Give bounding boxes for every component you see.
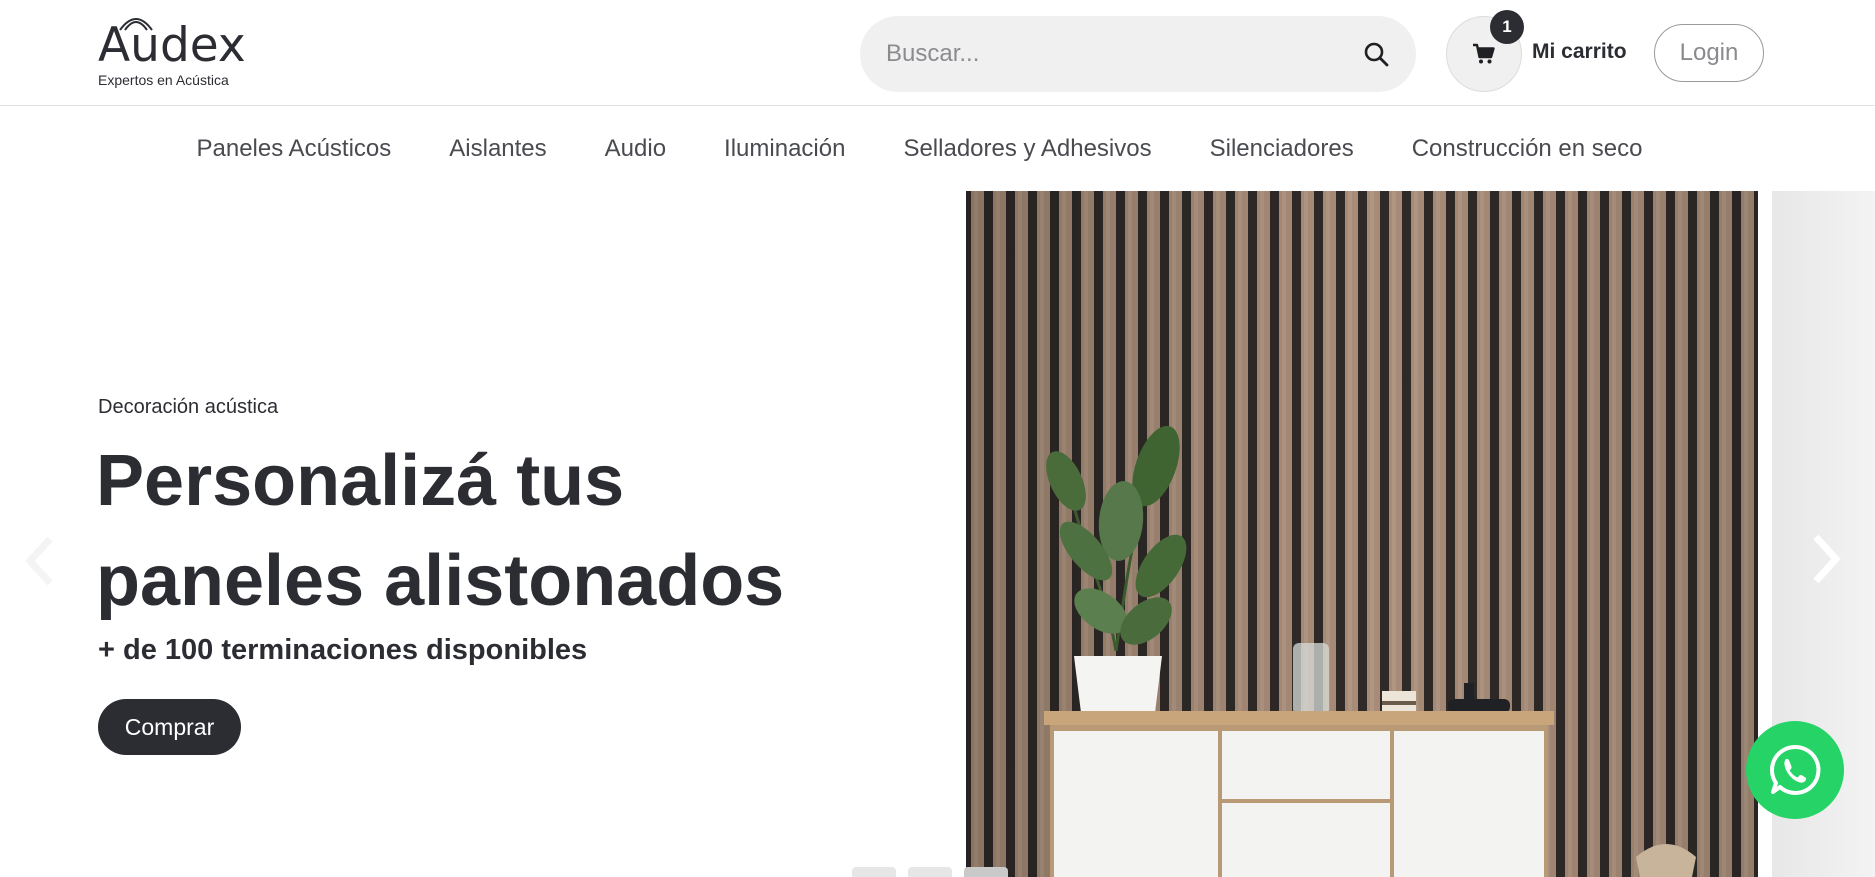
hero-carousel: Decoración acústica Personalizá tus pane… xyxy=(0,191,1875,877)
search-icon[interactable] xyxy=(1360,38,1392,70)
whatsapp-button[interactable] xyxy=(1746,721,1844,819)
chevron-left-icon[interactable] xyxy=(20,531,60,591)
site-header: Audex Expertos en Acústica 1 Mi carrito … xyxy=(0,0,1875,106)
hero-slide-image xyxy=(966,191,1758,877)
nav-item-paneles-acusticos[interactable]: Paneles Acústicos xyxy=(196,135,391,163)
hero-subhead: + de 100 terminaciones disponibles xyxy=(98,634,588,666)
nav-item-silenciadores[interactable]: Silenciadores xyxy=(1210,135,1354,163)
carousel-indicators xyxy=(852,867,1008,877)
whatsapp-icon xyxy=(1770,744,1821,795)
hero-eyebrow: Decoración acústica xyxy=(98,396,279,418)
buy-button[interactable]: Comprar xyxy=(98,699,241,755)
carousel-dot-1[interactable] xyxy=(852,867,896,877)
nav-item-selladores[interactable]: Selladores y Adhesivos xyxy=(903,135,1151,163)
logo-wordmark: Audex xyxy=(98,18,246,73)
cart-icon xyxy=(1473,43,1495,64)
carousel-dot-2[interactable] xyxy=(908,867,952,877)
chevron-right-icon[interactable] xyxy=(1806,529,1846,589)
nav-item-audio[interactable]: Audio xyxy=(605,135,666,163)
nav-item-iluminacion[interactable]: Iluminación xyxy=(724,135,845,163)
logo[interactable]: Audex Expertos en Acústica xyxy=(98,10,258,92)
hero-headline: Personalizá tus paneles alistonados xyxy=(96,441,785,621)
search-bar xyxy=(860,16,1416,92)
slatted-wall-photo xyxy=(966,191,1758,877)
cart-count-badge: 1 xyxy=(1490,10,1524,44)
logo-tagline: Expertos en Acústica xyxy=(98,72,229,88)
nav-item-aislantes[interactable]: Aislantes xyxy=(449,135,546,163)
nav-item-construccion-en-seco[interactable]: Construcción en seco xyxy=(1412,135,1643,163)
cart-label[interactable]: Mi carrito xyxy=(1532,40,1627,64)
category-nav: Paneles Acústicos Aislantes Audio Ilumin… xyxy=(0,107,1875,191)
search-input[interactable] xyxy=(886,32,1326,76)
carousel-dot-3[interactable] xyxy=(964,867,1008,877)
login-button[interactable]: Login xyxy=(1654,24,1764,82)
